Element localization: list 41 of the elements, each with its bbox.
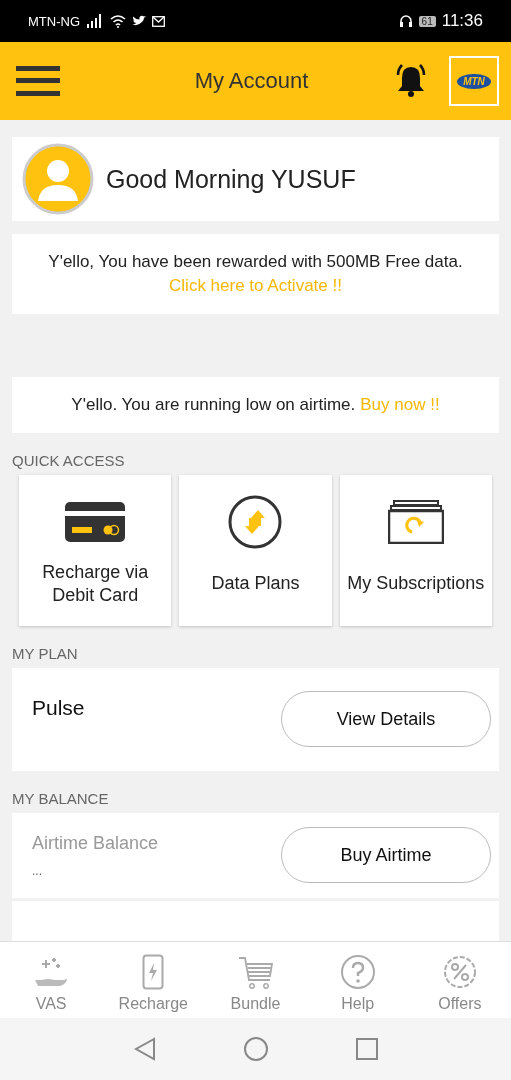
avatar-icon[interactable] <box>22 143 94 216</box>
balance-value: ... <box>32 863 43 878</box>
home-icon[interactable] <box>243 1037 268 1061</box>
section-heading: MY PLAN <box>12 644 79 662</box>
signal-icon <box>86 14 104 28</box>
menu-button[interactable] <box>16 66 60 96</box>
nav-tab[interactable]: Bundle <box>204 942 307 1018</box>
plan-name: Pulse <box>32 695 85 720</box>
reward-message: Y'ello, You have been rewarded with 500MB Free data. <box>48 252 463 273</box>
bird-icon <box>132 15 146 27</box>
phone-charge-icon <box>142 954 165 990</box>
cart-icon <box>237 956 274 990</box>
back-icon[interactable] <box>133 1037 156 1061</box>
view-details-button[interactable]: View Details <box>281 691 491 748</box>
brand-logo[interactable]: MTN <box>457 73 491 89</box>
carrier-name: MTN-NG <box>28 13 80 29</box>
page-title: My Account <box>193 68 310 94</box>
nav-tab[interactable]: Offers <box>408 942 511 1018</box>
headphones-icon <box>398 14 413 28</box>
data-arrows-icon <box>227 493 284 550</box>
section-heading: QUICK ACCESS <box>12 451 126 469</box>
subscriptions-icon <box>387 499 444 544</box>
clock-time: 11:36 <box>441 11 483 31</box>
low-airtime-message: Y'ello. You are running low on airtime. <box>71 394 356 415</box>
offers-icon <box>441 954 478 990</box>
quick-access-tile[interactable]: Data Plans <box>179 474 332 626</box>
nav-tab[interactable]: Recharge <box>102 942 205 1018</box>
buy-airtime-button[interactable]: Buy Airtime <box>281 827 491 884</box>
balance-label: Airtime Balance <box>32 832 159 854</box>
mail-icon <box>152 15 165 27</box>
quick-access-tile[interactable]: Recharge via Debit Card <box>19 474 172 626</box>
wifi-icon <box>110 14 126 28</box>
help-icon <box>339 954 376 990</box>
card-icon <box>65 501 126 542</box>
recents-icon[interactable] <box>355 1038 378 1060</box>
battery-level: 61 <box>418 15 436 27</box>
greeting-text: Good Morning YUSUF <box>106 164 356 194</box>
quick-access-tile[interactable]: My Subscriptions <box>339 474 492 626</box>
nav-tab[interactable]: VAS <box>0 942 103 1018</box>
nav-tab[interactable]: Help <box>306 942 409 1018</box>
section-heading: MY BALANCE <box>12 789 110 807</box>
